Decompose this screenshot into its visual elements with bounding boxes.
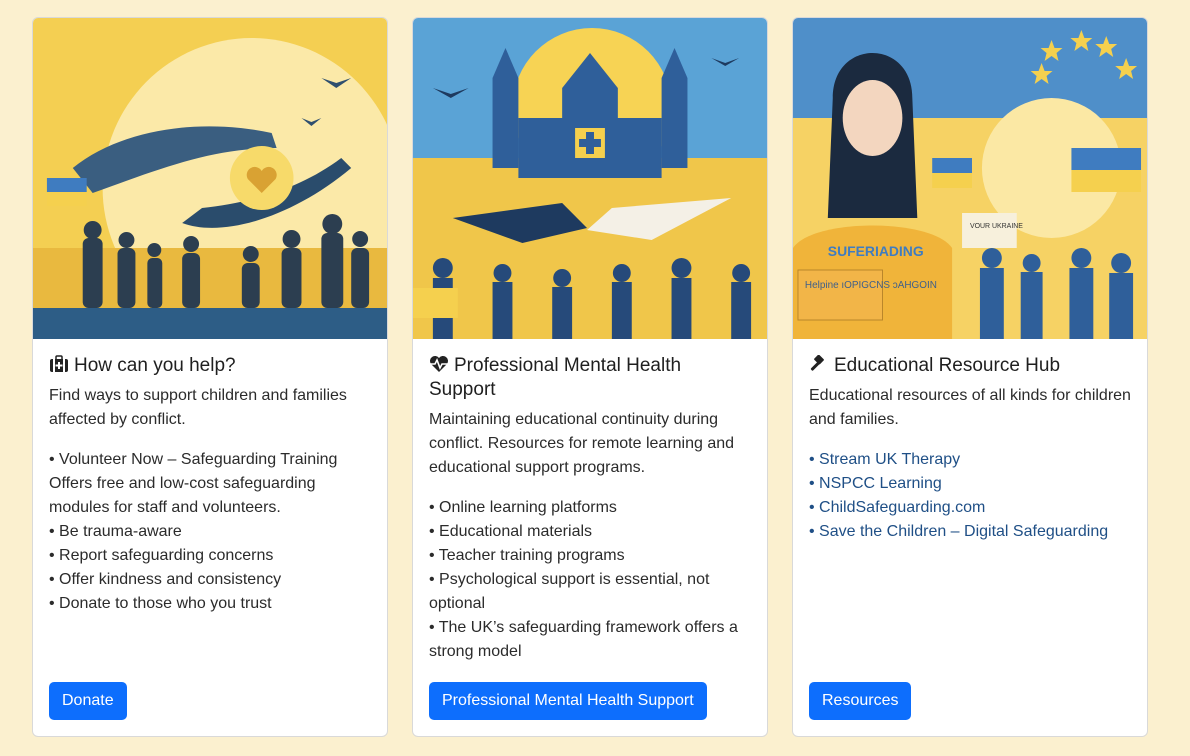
link-stream-uk-therapy[interactable]: • Stream UK Therapy [809, 448, 1131, 472]
resource-links: • Stream UK Therapy • NSPCC Learning • C… [809, 448, 1131, 544]
link-save-the-children[interactable]: • Save the Children – Digital Safeguardi… [809, 520, 1131, 544]
card-body: How can you help? Find ways to support c… [49, 354, 371, 616]
card-title: How can you help? [49, 354, 371, 378]
list-item: • Be trauma-aware [49, 523, 182, 540]
card-title: Educational Resource Hub [809, 354, 1131, 378]
heart-pulse-icon [430, 356, 448, 372]
shirt-text: SUFERIADING [828, 243, 924, 259]
list-item: • Offer kindness and consistency [49, 571, 282, 588]
card-title-text: Professional Mental Health Support [429, 355, 682, 400]
card-description: Maintaining educational continuity durin… [429, 411, 735, 476]
card-title-text: Educational Resource Hub [834, 355, 1061, 376]
card-title-text: How can you help? [74, 355, 236, 376]
card-description: Find ways to support children and famili… [49, 387, 347, 428]
helping-hands-illustration [33, 18, 387, 339]
list-item: • The UK’s safeguarding framework offers… [429, 619, 738, 660]
volunteer-illustration: VOUR UKRAINE SUFERIADING Helpine ıOPIGCN… [793, 18, 1147, 339]
community-support-illustration [413, 18, 767, 339]
card-body: Professional Mental Health Support Maint… [429, 354, 751, 664]
list-item: • Report safeguarding concerns [49, 547, 274, 564]
list-item: • Online learning platforms [429, 499, 617, 516]
card-description: Educational resources of all kinds for c… [809, 387, 1131, 428]
list-item: • Donate to those who you trust [49, 595, 272, 612]
sign-text: VOUR UKRAINE [970, 223, 1023, 230]
list-item: • Volunteer Now – Safeguarding Training [49, 451, 338, 468]
list-item: • Teacher training programs [429, 547, 625, 564]
help-list: • Volunteer Now – Safeguarding Training … [49, 448, 371, 616]
first-aid-kit-icon [50, 355, 68, 372]
list-item-description: Offers free and low-cost safeguarding mo… [49, 475, 316, 516]
donate-button[interactable]: Donate [49, 682, 127, 720]
resources-button[interactable]: Resources [809, 682, 912, 720]
support-list: • Online learning platforms • Educationa… [429, 496, 751, 664]
link-nspcc-learning[interactable]: • NSPCC Learning [809, 472, 1131, 496]
card-body: Educational Resource Hub Educational res… [809, 354, 1131, 544]
box-text: Helpine ıOPIGCNS ɔAHGOIN [805, 280, 937, 291]
card-how-can-you-help: How can you help? Find ways to support c… [32, 17, 388, 737]
card-title: Professional Mental Health Support [429, 354, 751, 402]
list-item: • Psychological support is essential, no… [429, 571, 710, 612]
mental-health-support-button[interactable]: Professional Mental Health Support [429, 682, 707, 720]
card-mental-health-support: Professional Mental Health Support Maint… [412, 17, 768, 737]
card-educational-resource-hub: VOUR UKRAINE SUFERIADING Helpine ıOPIGCN… [792, 17, 1148, 737]
gavel-icon [810, 355, 824, 371]
list-item: • Educational materials [429, 523, 593, 540]
link-childsafeguarding[interactable]: • ChildSafeguarding.com [809, 496, 1131, 520]
